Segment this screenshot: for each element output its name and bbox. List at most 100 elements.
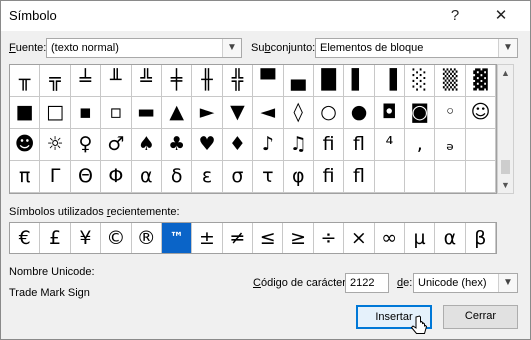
symbol-cell[interactable]: ♠ (131, 129, 162, 161)
chevron-down-icon[interactable]: ▼ (498, 39, 517, 57)
symbol-cell[interactable]: Θ (70, 161, 102, 193)
chevron-up-icon[interactable]: ▲ (498, 65, 513, 81)
symbol-cell[interactable]: ◦ (435, 97, 466, 129)
symbol-cell[interactable]: ▪ (70, 97, 102, 129)
symbol-cell[interactable]: Φ (101, 161, 132, 193)
recent-symbol[interactable]: ÷ (314, 223, 345, 253)
recent-symbol[interactable]: β (466, 223, 496, 253)
symbol-cell[interactable]: ﬂ (344, 129, 375, 161)
symbol-cell[interactable]: ▒ (435, 65, 466, 97)
symbol-cell[interactable]: ☼ (40, 129, 71, 161)
symbol-cell[interactable]: ⁴ (374, 129, 406, 161)
symbol-cell[interactable]: ε (192, 161, 223, 193)
from-combo[interactable]: Unicode (hex) ▼ (413, 273, 518, 293)
symbol-cell[interactable]: ♪ (253, 129, 284, 161)
cancel-button[interactable]: Cerrar (443, 305, 518, 329)
symbol-cell[interactable]: ╥ (10, 65, 41, 97)
symbol-cell[interactable]: σ (222, 161, 254, 193)
symbol-cell[interactable]: ◙ (405, 97, 436, 129)
symbol-cell[interactable]: ▌ (344, 65, 375, 97)
symbol-cell[interactable]: ▐ (374, 65, 406, 97)
symbol-grid-scrollbar[interactable]: ▲ ▼ (497, 64, 514, 194)
symbol-cell[interactable]: π (10, 161, 41, 193)
symbol-cell[interactable]: φ (283, 161, 314, 193)
recent-symbol[interactable]: ± (192, 223, 223, 253)
chevron-down-icon[interactable]: ▼ (498, 177, 513, 193)
symbol-cell[interactable]: ☻ (10, 129, 41, 161)
unicode-name-label: Nombre Unicode: (9, 266, 95, 278)
chevron-down-icon[interactable]: ▼ (222, 39, 241, 57)
recent-symbol[interactable]: ¥ (71, 223, 102, 253)
symbol-cell[interactable] (465, 161, 497, 193)
symbol-cell[interactable]: ♂ (101, 129, 132, 161)
help-button[interactable]: ? (435, 4, 475, 28)
recent-symbol-selected[interactable]: ™ (161, 223, 193, 253)
symbol-cell[interactable]: δ (161, 161, 193, 193)
recent-symbol[interactable]: µ (405, 223, 436, 253)
recent-symbol[interactable]: ≠ (223, 223, 253, 253)
symbol-cell[interactable]: ♫ (283, 129, 314, 161)
from-value: Unicode (hex) (418, 277, 487, 289)
symbol-cell[interactable]: α (131, 161, 162, 193)
symbol-cell[interactable]: ╫ (192, 65, 223, 97)
recent-symbol[interactable]: ® (132, 223, 162, 253)
chevron-down-icon[interactable]: ▼ (498, 274, 517, 292)
symbol-cell[interactable]: ♣ (161, 129, 193, 161)
symbol-cell[interactable]: ╨ (101, 65, 132, 97)
symbol-cell[interactable]: ● (344, 97, 375, 129)
symbol-cell[interactable]: ▲ (161, 97, 193, 129)
recent-symbol[interactable]: £ (40, 223, 71, 253)
symbol-cell[interactable]: ▫ (101, 97, 132, 129)
symbol-cell[interactable]: ﬁ (313, 161, 345, 193)
dialog-title: Símbolo (9, 8, 57, 23)
symbol-cell[interactable]: ◘ (374, 97, 406, 129)
subset-combo[interactable]: Elementos de bloque ▼ (315, 38, 518, 58)
symbol-cell[interactable]: Γ (40, 161, 71, 193)
symbol-cell[interactable]: ₔ (435, 129, 466, 161)
recent-symbol[interactable]: α (435, 223, 466, 253)
recent-symbol[interactable]: ≤ (253, 223, 284, 253)
symbol-cell[interactable]: ░ (405, 65, 436, 97)
scrollbar-thumb[interactable] (501, 160, 510, 174)
symbol-cell[interactable]: ▓ (465, 65, 497, 97)
symbol-cell[interactable]: ► (192, 97, 223, 129)
symbol-cell[interactable]: ╦ (40, 65, 71, 97)
symbol-cell[interactable]: ﬁ (313, 129, 345, 161)
recent-symbol[interactable]: ≥ (283, 223, 314, 253)
recent-symbol[interactable]: © (101, 223, 132, 253)
recent-symbol[interactable]: ∞ (375, 223, 405, 253)
symbol-cell[interactable]: ╧ (70, 65, 102, 97)
symbol-cell[interactable]: ▼ (222, 97, 254, 129)
symbol-cell[interactable] (405, 161, 436, 193)
close-button[interactable]: ✕ (481, 4, 521, 28)
symbol-cell[interactable] (435, 161, 466, 193)
mouse-cursor-icon (410, 315, 428, 334)
symbol-cell[interactable]: τ (253, 161, 284, 193)
symbol-cell[interactable]: ╩ (131, 65, 162, 97)
symbol-cell[interactable]: ♥ (192, 129, 223, 161)
symbol-cell[interactable] (374, 161, 406, 193)
symbol-cell[interactable]: ♀ (70, 129, 102, 161)
symbol-cell[interactable]: ☺ (465, 97, 497, 129)
symbol-cell[interactable]: ╪ (161, 65, 193, 97)
symbol-cell[interactable] (465, 129, 497, 161)
symbol-cell[interactable]: , (405, 129, 436, 161)
symbol-cell[interactable]: ◊ (283, 97, 314, 129)
font-combo[interactable]: (texto normal) ▼ (46, 38, 242, 58)
symbol-cell[interactable]: ▄ (283, 65, 314, 97)
recent-symbol[interactable]: × (344, 223, 375, 253)
symbol-cell[interactable]: █ (313, 65, 345, 97)
symbol-cell[interactable]: ○ (313, 97, 345, 129)
symbol-cell[interactable]: ▬ (131, 97, 162, 129)
char-code-input[interactable]: 2122 (345, 273, 389, 293)
from-label: de: (397, 277, 413, 289)
symbol-cell[interactable]: ◄ (253, 97, 284, 129)
symbol-cell[interactable]: □ (40, 97, 71, 129)
symbol-cell[interactable]: ▀ (253, 65, 284, 97)
symbol-grid: ╥ ╦ ╧ ╨ ╩ ╪ ╫ ╬ ▀ ▄ █ ▌ ▐ ░ ▒ ▓ ■ □ ▪ ▫ ▬ ▲ ► ▼ ◄ ◊ ○ ● ◘ ◙ ◦ ☺ ☻ ☼ ♀ ♂ ♠ ♣ ♥ ♦… (9, 64, 497, 194)
symbol-cell[interactable]: ╬ (222, 65, 254, 97)
recent-symbol[interactable]: € (10, 223, 41, 253)
symbol-cell[interactable]: ♦ (222, 129, 254, 161)
symbol-cell[interactable]: ■ (10, 97, 41, 129)
symbol-cell[interactable]: ﬂ (344, 161, 375, 193)
